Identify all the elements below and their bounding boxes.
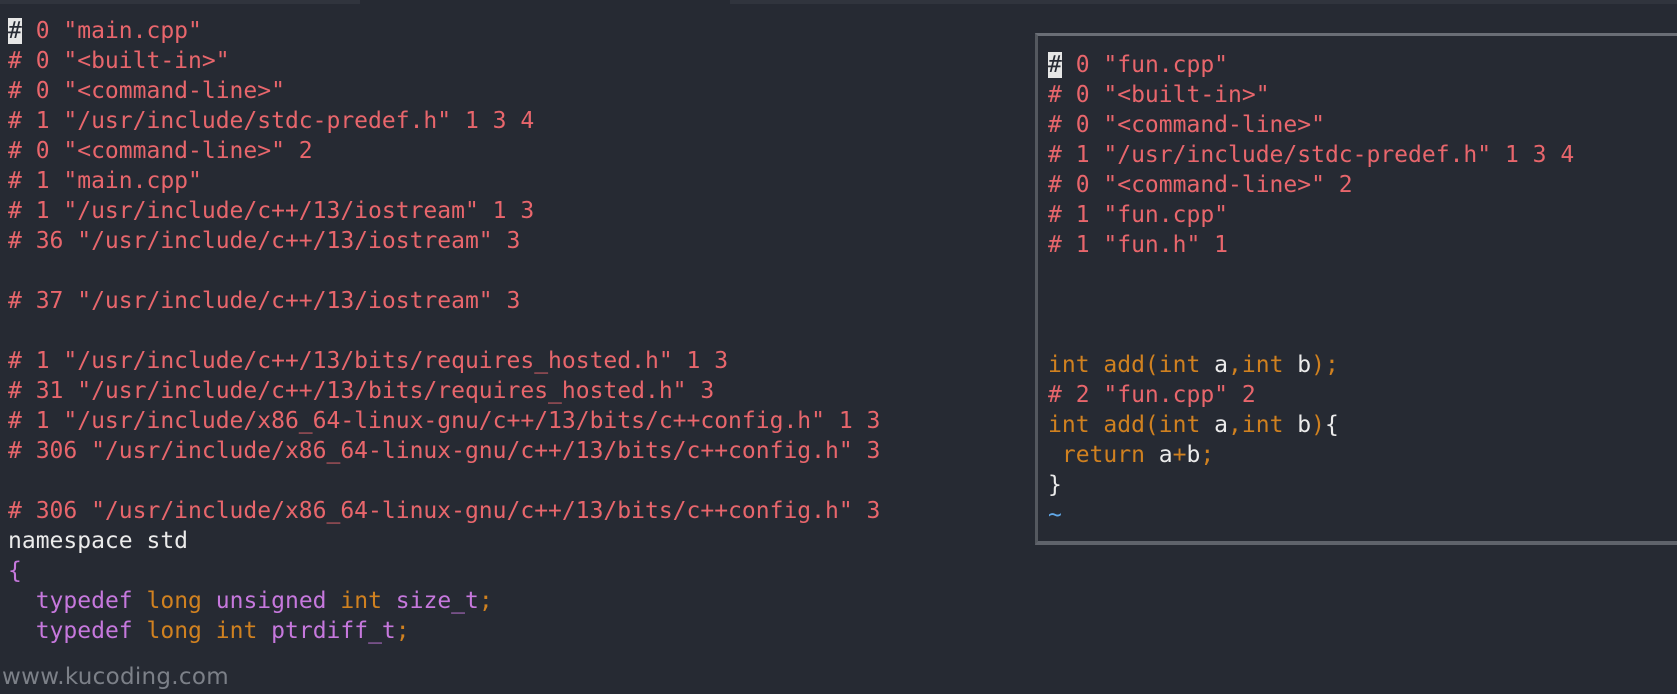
identifier: ptrdiff_t [271, 618, 396, 644]
keyword: int [215, 618, 258, 644]
keyword: int [340, 588, 382, 614]
code-line: # 1 "/usr/include/c++/13/bits/requires_h… [8, 348, 729, 374]
keyword: typedef [35, 618, 133, 644]
code-line: # 1 "fun.cpp" [1048, 202, 1229, 228]
code-line: # 0 "<built-in>" [1048, 82, 1270, 108]
code-line: # 1 "/usr/include/stdc-predef.h" 1 3 4 [1048, 142, 1575, 168]
code-line: # 1 "main.cpp" [8, 168, 202, 194]
identifier: size_t [395, 588, 479, 614]
code-line: # 0 "fun.cpp" [1048, 52, 1229, 78]
text-cursor: # [1048, 52, 1062, 78]
code-line: # 37 "/usr/include/c++/13/iostream" 3 [8, 288, 521, 314]
top-border-left [0, 0, 360, 4]
code-line: # 1 "/usr/include/stdc-predef.h" 1 3 4 [8, 108, 535, 134]
empty-line-marker: ~ [1048, 502, 1062, 528]
code-line: # 1 "fun.h" 1 [1048, 232, 1229, 258]
code-line: int add(int a,int b){ [1048, 412, 1339, 438]
code-line: # 36 "/usr/include/c++/13/iostream" 3 [8, 228, 521, 254]
code-line: # 1 "/usr/include/x86_64-linux-gnu/c++/1… [8, 408, 881, 434]
code-line: # 0 "<command-line>" 2 [1048, 172, 1353, 198]
code-line: typedef long int ptrdiff_t; [8, 616, 1008, 646]
text-cursor: # [8, 18, 22, 44]
code-line: } [1048, 472, 1062, 498]
keyword: long [146, 588, 202, 614]
code-line: { [8, 558, 22, 584]
code-line: # 2 "fun.cpp" 2 [1048, 382, 1256, 408]
semicolon: ; [478, 588, 493, 614]
code-line: # 1 "/usr/include/c++/13/iostream" 1 3 [8, 198, 535, 224]
code-line: # 0 "<command-line>" [8, 78, 285, 104]
floating-editor-content[interactable]: # 0 "fun.cpp" # 0 "<built-in>" # 0 "<com… [1048, 50, 1677, 545]
keyword: unsigned [215, 588, 327, 614]
semicolon: ; [395, 618, 410, 644]
code-line: # 0 "main.cpp" [8, 18, 202, 44]
watermark: www.kucoding.com [2, 664, 229, 690]
code-line: # 0 "<command-line>" [1048, 112, 1325, 138]
top-border-right [730, 0, 1677, 4]
keyword: long [146, 618, 202, 644]
keyword: typedef [35, 588, 133, 614]
empty-line-marker: ~ [1048, 532, 1062, 545]
code-line: # 31 "/usr/include/c++/13/bits/requires_… [8, 378, 715, 404]
code-line: namespace std [8, 528, 189, 554]
code-line: int add(int a,int b); [1048, 352, 1339, 378]
code-line: # 0 "<built-in>" [8, 48, 230, 74]
main-editor-pane[interactable]: # 0 "main.cpp" # 0 "<built-in>" # 0 "<co… [8, 16, 1008, 646]
code-line: # 0 "<command-line>" 2 [8, 138, 313, 164]
floating-editor-window[interactable]: # 0 "fun.cpp" # 0 "<built-in>" # 0 "<com… [1035, 33, 1677, 545]
code-line: typedef long unsigned int size_t; [8, 586, 1008, 616]
code-line: # 306 "/usr/include/x86_64-linux-gnu/c++… [8, 438, 881, 464]
code-line: return a+b; [1048, 442, 1215, 468]
code-line: # 306 "/usr/include/x86_64-linux-gnu/c++… [8, 498, 881, 524]
